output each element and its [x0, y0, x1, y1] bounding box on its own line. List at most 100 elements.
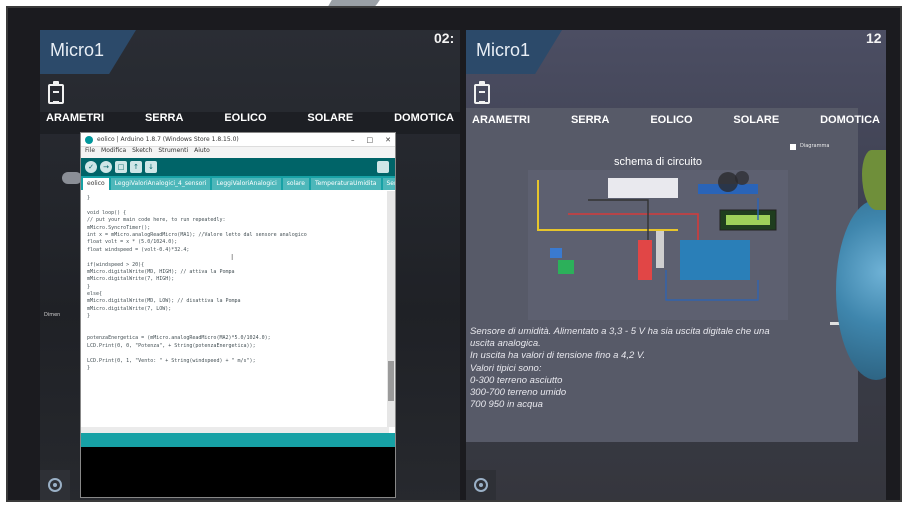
ide-menubar: File Modifica Sketch Strumenti Aiuto — [81, 147, 395, 158]
clipboard-icon[interactable] — [48, 81, 64, 104]
side-note: Dimen — [44, 312, 61, 318]
tab-sketch-4[interactable]: solare — [282, 178, 309, 190]
top-menu: ARAMETRI SERRA EOLICO SOLARE DOMOTICA — [466, 114, 886, 136]
close-button[interactable]: ✕ — [385, 136, 391, 144]
gear-icon[interactable] — [474, 478, 488, 492]
code-line: else{ — [87, 291, 103, 298]
code-line: float volt = x * (5.0/1024.0); — [87, 239, 178, 246]
code-line: } — [87, 313, 91, 320]
code-line: int x = mMicro.analogReadMicro(MA1); //V… — [87, 231, 307, 238]
description-line: Valori tipici sono: — [470, 362, 542, 374]
code-line: LCD.Print(0, 1, "Vento: " + String(winds… — [87, 357, 256, 364]
diagram-checkbox-label: Diagramma — [800, 143, 830, 149]
pane-title: Micro1 — [476, 40, 531, 60]
menu-solare[interactable]: SOLARE — [733, 114, 779, 136]
tab-sketch-6[interactable]: Serra — [382, 178, 395, 190]
pump — [638, 240, 652, 280]
cloud-icon — [62, 172, 82, 184]
code-line: mMicro.SyncroTimer(); — [87, 224, 151, 231]
code-line: } — [87, 364, 91, 371]
arduino-logo-icon — [85, 135, 93, 144]
diagram-checkbox[interactable] — [790, 144, 796, 150]
tab-eolico[interactable]: eolico — [83, 178, 109, 190]
scrollbar-thumb[interactable] — [388, 361, 394, 401]
code-line: if(windspeed > 20){ — [87, 261, 145, 268]
ide-tabs: eolico LeggiValoriAnalogici_4_sensori Le… — [81, 176, 395, 190]
code-line: // put your main code here, to run repea… — [87, 217, 226, 224]
ide-window-title: eolico | Arduino 1.8.7 (Windows Store 1.… — [97, 136, 239, 143]
menu-modifica[interactable]: Modifica — [101, 147, 126, 158]
menu-aiuto[interactable]: Aiuto — [194, 147, 210, 158]
description-line: Sensore di umidità. Alimentato a 3,3 - 5… — [470, 326, 770, 337]
code-line: mMicro.digitalWrite(7, LOW); — [87, 305, 172, 312]
menu-domotica[interactable]: DOMOTICA — [394, 112, 454, 134]
top-menu: ARAMETRI SERRA EOLICO SOLARE DOMOTICA — [40, 112, 460, 134]
left-clock: 02: — [434, 30, 455, 46]
description-line: 300-700 terreno umido — [470, 387, 567, 399]
ide-console — [81, 447, 395, 497]
code-editor[interactable]: } void loop() { // put your main code her… — [81, 191, 389, 427]
upload-button[interactable]: → — [100, 161, 112, 173]
menu-parametri[interactable]: ARAMETRI — [472, 114, 530, 136]
code-line: LCD.Print(0, 0, "Potenza", + String(pote… — [87, 342, 256, 349]
ide-titlebar[interactable]: eolico | Arduino 1.8.7 (Windows Store 1.… — [81, 133, 395, 147]
description-line: 700 950 in acqua — [470, 399, 543, 411]
soil-probe — [656, 230, 664, 268]
menu-eolico[interactable]: EOLICO — [224, 112, 266, 134]
planet-land — [862, 150, 886, 210]
tab-sketch-2[interactable]: LeggiValoriAnalogici_4_sensori — [110, 178, 211, 190]
menu-parametri[interactable]: ARAMETRI — [46, 112, 104, 134]
menu-eolico[interactable]: EOLICO — [650, 114, 692, 136]
code-line: mMicro.digitalWrite(MD, HIGH); // attiva… — [87, 268, 235, 275]
open-button[interactable]: ↑ — [130, 161, 142, 173]
code-line: mMicro.digitalWrite(MD, LOW); // disatti… — [87, 298, 241, 305]
gear-icon[interactable] — [48, 478, 62, 492]
left-pane: Micro1 ARAMETRI SERRA EOLICO SOLARE DOMO… — [40, 30, 460, 500]
text-cursor-icon: I — [231, 253, 234, 262]
sensor-description: Sensore di umidità. Alimentato a 3,3 - 5… — [470, 326, 854, 411]
pane-title: Micro1 — [50, 40, 105, 60]
save-button[interactable]: ↓ — [145, 161, 157, 173]
smoke-icon — [718, 172, 738, 192]
code-line: void loop() { — [87, 209, 127, 216]
video-frame: Micro1 ARAMETRI SERRA EOLICO SOLARE DOMO… — [6, 6, 902, 502]
arduino-ide-window[interactable]: eolico | Arduino 1.8.7 (Windows Store 1.… — [80, 132, 396, 498]
description-line: uscita analogica. — [470, 338, 541, 350]
menu-strumenti[interactable]: Strumenti — [158, 147, 188, 158]
diagram-title: schema di circuito — [614, 156, 703, 168]
ide-status-bar — [81, 433, 395, 447]
tab-sketch-5[interactable]: TemperaturaUmidita — [310, 178, 381, 190]
clipboard-icon[interactable] — [474, 81, 490, 104]
minimize-button[interactable]: – — [351, 136, 355, 144]
description-line: 0-300 terreno asciutto — [470, 374, 563, 386]
code-line: mMicro.digitalWrite(7, HIGH); — [87, 276, 175, 283]
menu-serra[interactable]: SERRA — [145, 112, 184, 134]
code-line: } — [87, 283, 91, 290]
right-clock: 12 — [866, 30, 882, 46]
menu-domotica[interactable]: DOMOTICA — [820, 114, 880, 136]
right-pane: Micro1 ARAMETRI SERRA EOLICO SOLARE DOMO… — [466, 30, 886, 500]
new-button[interactable]: □ — [115, 161, 127, 173]
vertical-scrollbar[interactable] — [387, 191, 395, 427]
ide-toolbar: ✓ → □ ↑ ↓ — [81, 158, 395, 176]
code-line: potenzaEnergetica = (mMicro.analogReadMi… — [87, 335, 271, 342]
arduino-board — [680, 240, 750, 280]
code-line: float windspeed = (volt-0.4)*32.4; — [87, 246, 190, 253]
maximize-button[interactable]: □ — [367, 136, 374, 144]
tab-sketch-3[interactable]: LeggiValoriAnalogici — [212, 178, 281, 190]
circuit-diagram — [528, 170, 788, 320]
sensor-module — [558, 260, 574, 274]
verify-button[interactable]: ✓ — [85, 161, 97, 173]
description-line: In uscita ha valori di tensione fino a 4… — [470, 350, 646, 362]
menu-serra[interactable]: SERRA — [571, 114, 610, 136]
menu-file[interactable]: File — [85, 147, 95, 158]
breadboard — [608, 178, 678, 198]
menu-solare[interactable]: SOLARE — [307, 112, 353, 134]
code-line: } — [87, 195, 91, 201]
menu-sketch[interactable]: Sketch — [132, 147, 152, 158]
serial-monitor-icon[interactable] — [377, 161, 389, 173]
